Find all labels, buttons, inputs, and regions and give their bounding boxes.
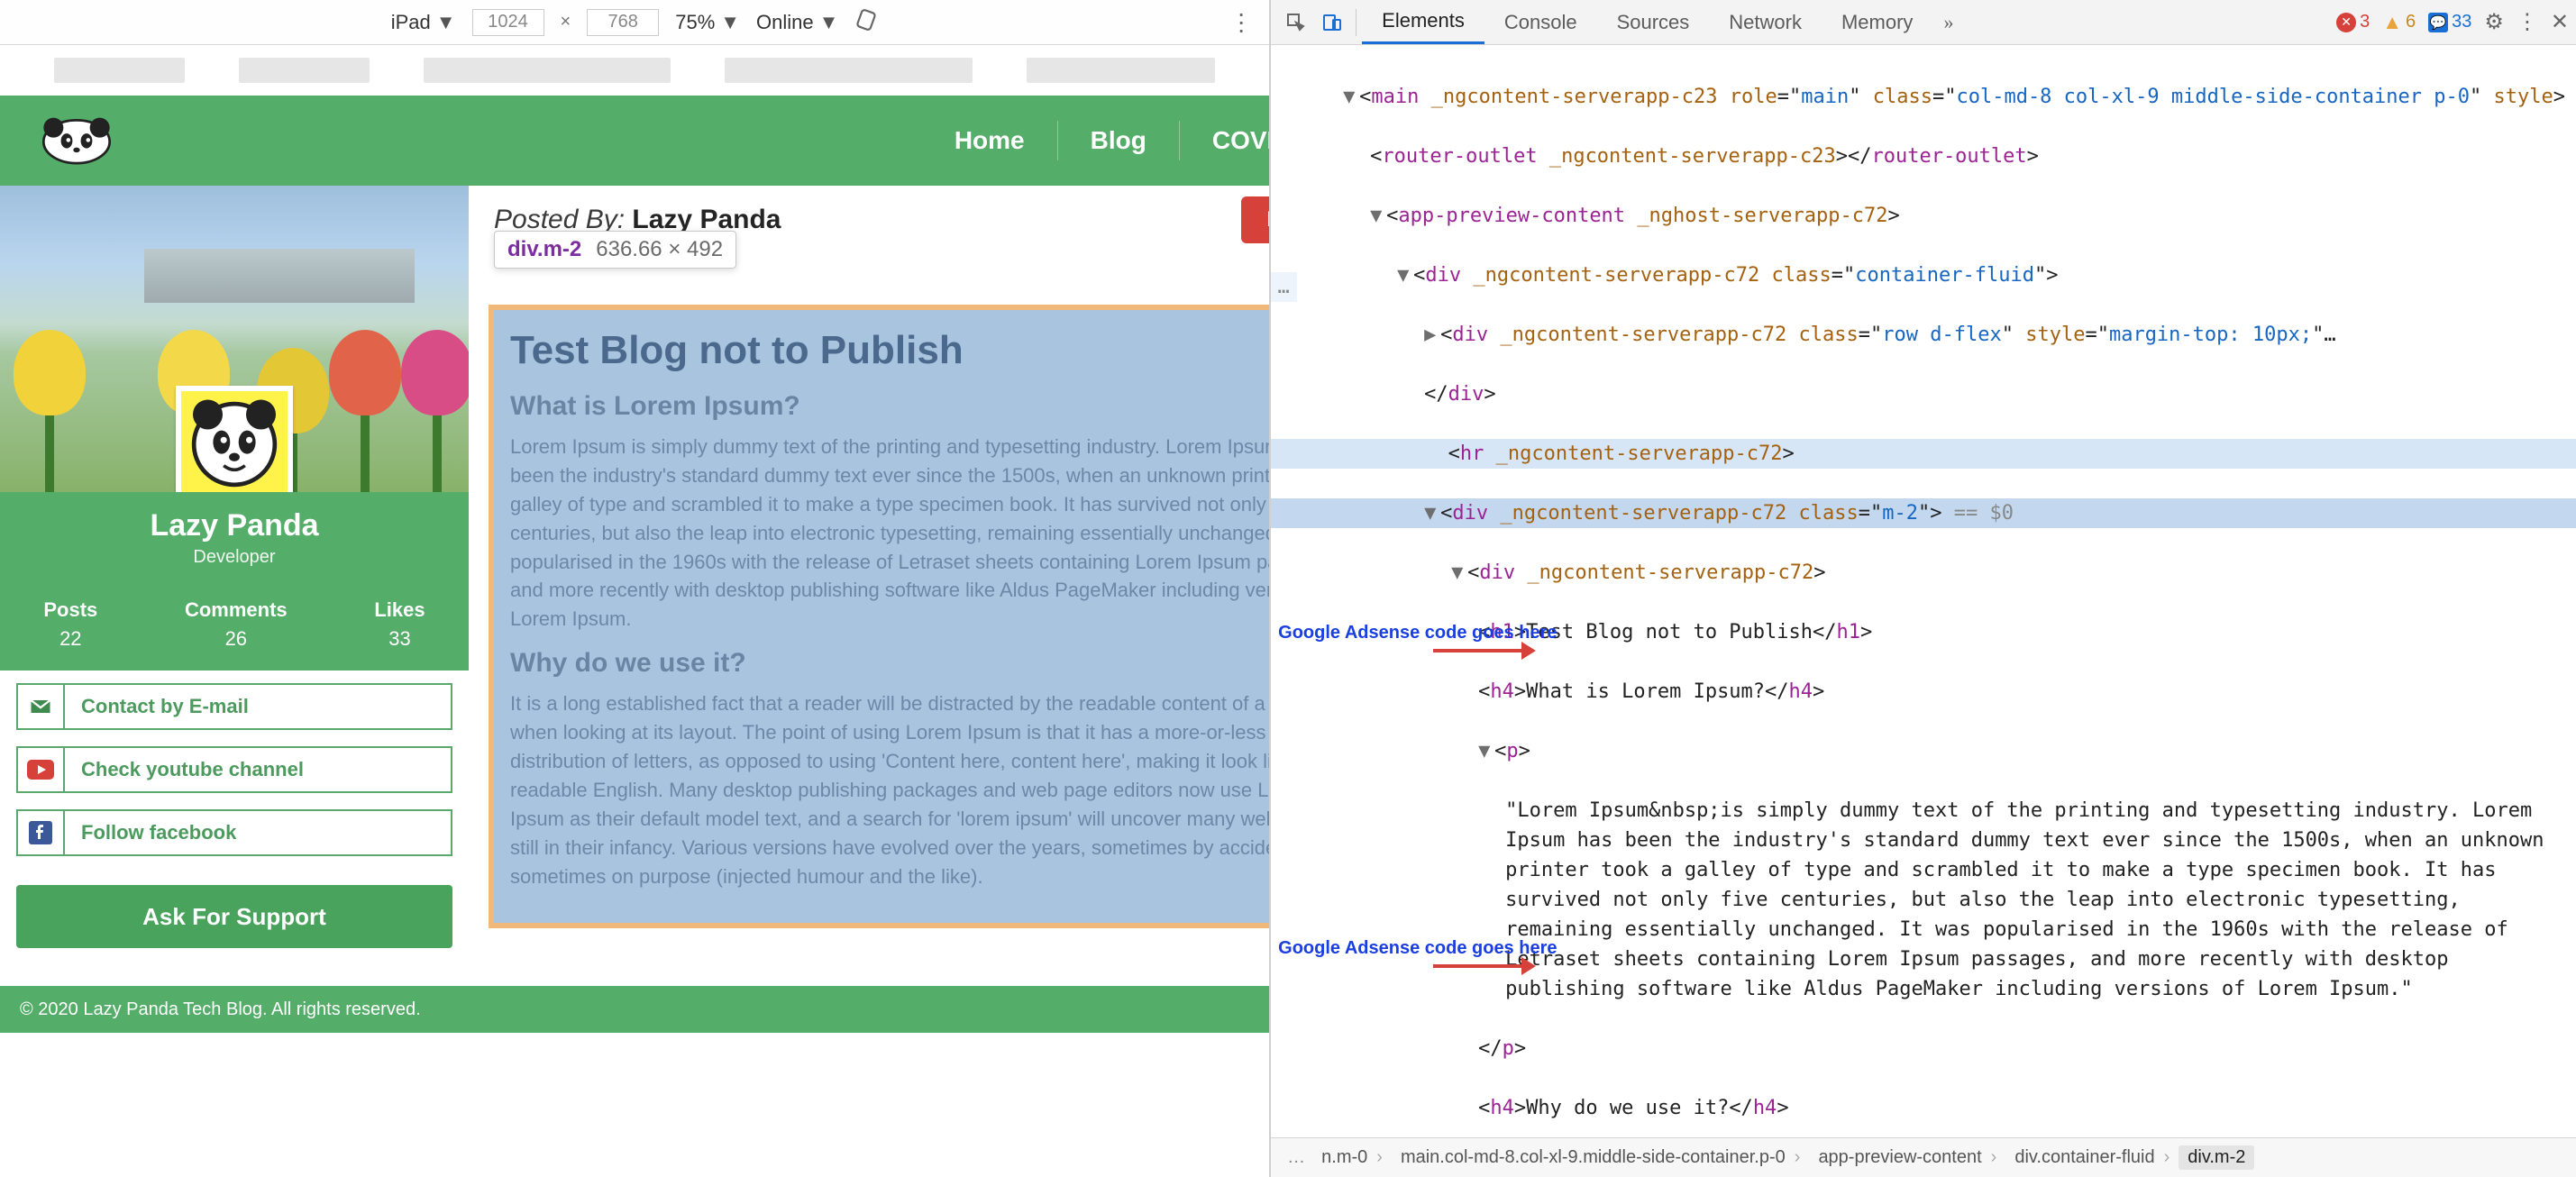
breadcrumb-item: div.container-fluid [2005,1147,2179,1168]
stat-comments-label: Comments [185,598,288,622]
gear-icon[interactable]: ⚙ [2484,9,2504,35]
tab-sources[interactable]: Sources [1597,0,1710,44]
contact-list: Contact by E-mail Check youtube channel … [0,671,469,869]
article-paragraph-1: Lorem Ipsum is simply dummy text of the … [510,433,1269,634]
profile-stats: Posts 22 Comments 26 Likes 33 [0,586,469,671]
zoom-select-label: 75% [675,11,715,34]
inspect-element-icon[interactable] [1278,5,1314,41]
device-width-input[interactable] [472,9,544,36]
stat-posts-value: 22 [43,627,97,651]
close-icon[interactable]: ✕ [2551,9,2569,35]
app-root: Home Blog COVID-19 [0,45,1269,1177]
devtools-tabbar: Elements Console Sources Network Memory … [1271,0,2576,45]
nav-covid[interactable]: COVID-19 [1180,110,1269,171]
dom-tree[interactable]: ▼<main _ngcontent-serverapp-c23 role="ma… [1271,45,2576,1137]
device-select[interactable]: iPad ▼ [391,11,456,34]
dom-breadcrumb[interactable]: … n.m-0 main.col-md-8.col-xl-9.middle-si… [1271,1137,2576,1177]
youtube-icon [18,748,65,791]
inspect-dimensions: 636.66 × 492 [596,237,723,262]
arrow-icon [1433,964,1532,968]
profile-sidebar: Lazy Panda Developer Posts 22 Comments 26 … [0,186,469,964]
profile-block: Lazy Panda Developer [0,492,469,586]
facebook-icon [18,811,65,854]
contact-email-label: Contact by E-mail [65,685,451,728]
breadcrumb-item: app-preview-content [1809,1147,2005,1168]
tab-memory[interactable]: Memory [1822,0,1932,44]
article-paragraph-2: It is a long established fact that a rea… [510,689,1269,890]
gutter-ellipsis: … [1271,272,1297,302]
article-heading-2: Why do we use it? [510,648,1269,679]
tab-network[interactable]: Network [1709,0,1822,44]
arrow-icon [1433,649,1532,652]
article-title: Test Blog not to Publish [510,328,1269,373]
stat-posts-label: Posts [43,598,97,622]
breadcrumb-item: n.m-0 [1312,1147,1392,1168]
toggle-device-icon[interactable] [1314,5,1350,41]
throttle-select-label: Online [756,11,814,34]
contact-youtube-label: Check youtube channel [65,748,451,791]
main-nav: Home Blog COVID-19 [922,110,1269,171]
profile-role: Developer [0,547,469,568]
app-header: Home Blog COVID-19 [0,96,1269,186]
main-content: Posted By: Lazy Panda Publish div.m-2 63… [485,186,1269,964]
stat-likes-value: 33 [374,627,425,651]
dropdown-triangle-icon: ▼ [720,11,740,34]
dimension-x-icon: × [561,12,571,32]
article-card: Test Blog not to Publish What is Lorem I… [489,305,1269,928]
emulated-viewport: Home Blog COVID-19 [0,45,1269,1177]
profile-name: Lazy Panda [0,508,469,543]
more-tabs-icon[interactable]: » [1932,11,1964,34]
ask-support-button[interactable]: Ask For Support [16,885,452,948]
dropdown-triangle-icon: ▼ [819,11,839,34]
more-options-icon[interactable]: ⋮ [1229,8,1253,36]
device-select-label: iPad [391,11,431,34]
stat-comments-value: 26 [185,627,288,651]
adsense-annotation-2: Google Adsense code goes here [1278,937,1413,959]
tab-separator [1356,9,1357,36]
tab-console[interactable]: Console [1484,0,1597,44]
contact-email[interactable]: Contact by E-mail [16,683,452,730]
device-toolbar: iPad ▼ × 75% ▼ Online ▼ ⋮ [0,0,1269,45]
dropdown-triangle-icon: ▼ [436,11,456,34]
tab-elements[interactable]: Elements [1362,0,1484,44]
contact-youtube[interactable]: Check youtube channel [16,746,452,793]
stat-likes-label: Likes [374,598,425,622]
avatar [176,386,293,492]
element-inspect-tooltip: div.m-2 636.66 × 492 [494,231,736,269]
breadcrumb-item: main.col-md-8.col-xl-9.middle-side-conta… [1392,1147,1810,1168]
devtools-panel: Elements Console Sources Network Memory … [1270,0,2576,1177]
cover-image [0,186,469,492]
contact-facebook-label: Follow facebook [65,811,451,854]
breadcrumb-more[interactable]: … [1280,1147,1312,1168]
warning-badge[interactable]: ▲6 [2382,11,2416,34]
mail-icon [18,685,65,728]
app-footer: © 2020 Lazy Panda Tech Blog. All rights … [0,986,1269,1033]
contact-facebook[interactable]: Follow facebook [16,809,452,856]
rotate-icon[interactable] [854,8,878,37]
error-badge[interactable]: ✕3 [2336,12,2370,32]
publish-button[interactable]: Publish [1241,196,1269,243]
nav-blog[interactable]: Blog [1058,110,1179,171]
info-badge[interactable]: 💬33 [2428,12,2471,32]
panda-logo-icon[interactable] [27,105,126,177]
article-heading-1: What is Lorem Ipsum? [510,391,1269,422]
kebab-icon[interactable]: ⋮ [2517,9,2538,35]
adsense-annotation-1: Google Adsense code goes here [1278,622,1413,643]
throttle-select[interactable]: Online ▼ [756,11,838,34]
device-viewport-region: iPad ▼ × 75% ▼ Online ▼ ⋮ [0,0,1270,1177]
inspect-selector: div.m-2 [507,237,581,262]
selected-dom-node[interactable]: ▼<div _ngcontent-serverapp-c72 class="m-… [1271,498,2576,528]
zoom-select[interactable]: 75% ▼ [675,11,740,34]
breadcrumb-item-current: div.m-2 [2179,1145,2254,1170]
nav-home[interactable]: Home [922,110,1057,171]
device-height-input[interactable] [587,9,659,36]
